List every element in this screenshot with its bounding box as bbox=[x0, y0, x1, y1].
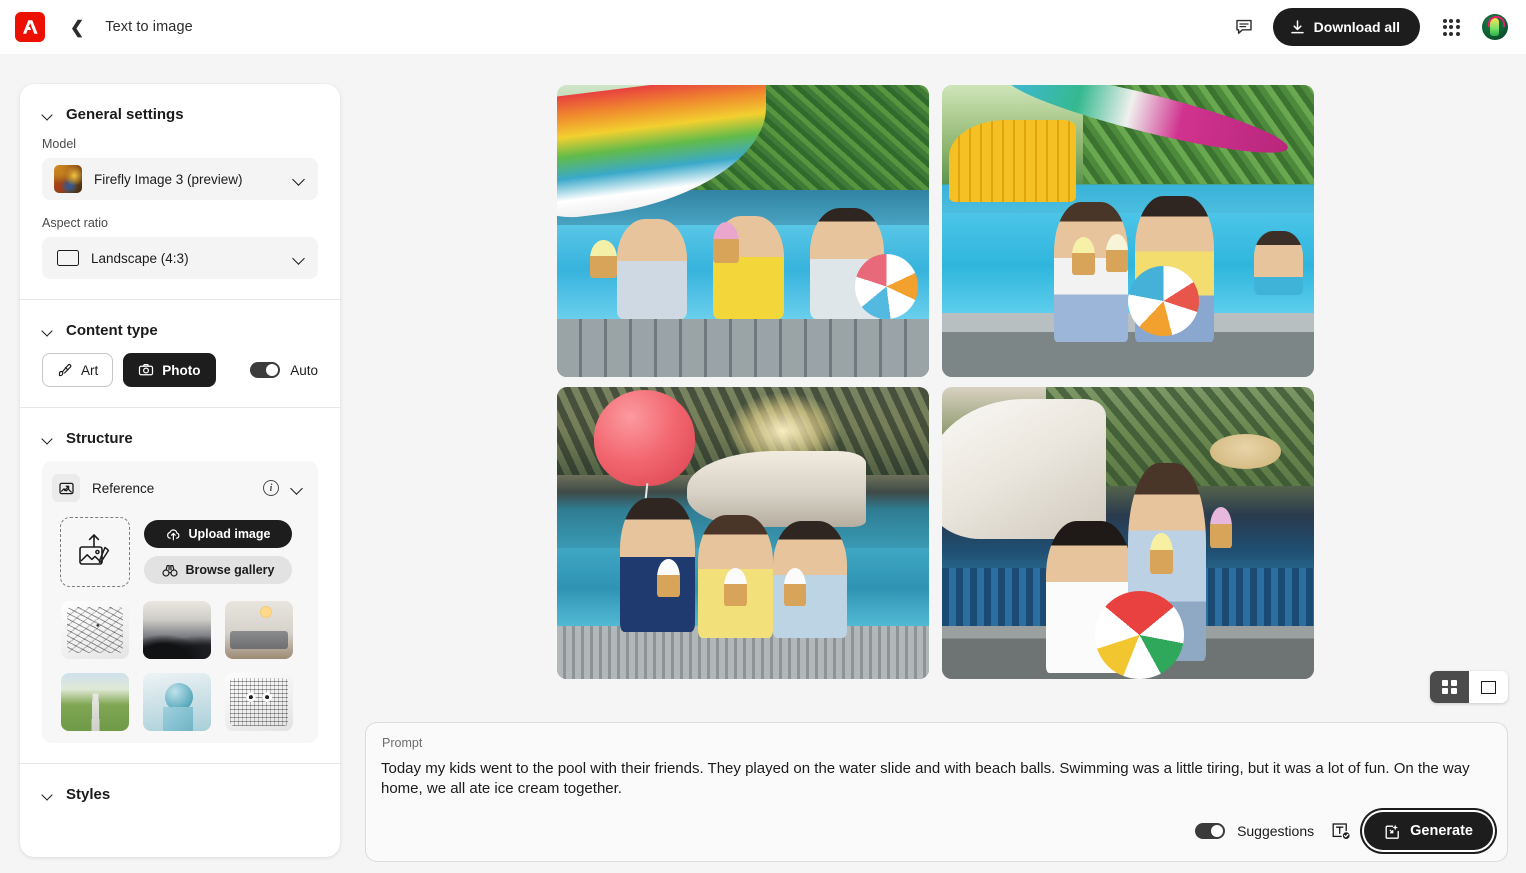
avatar[interactable] bbox=[1482, 14, 1508, 40]
info-icon[interactable]: i bbox=[263, 480, 279, 496]
model-select[interactable]: Firefly Image 3 (preview) bbox=[42, 158, 318, 200]
cloud-upload-icon bbox=[166, 527, 181, 542]
generated-image-3[interactable] bbox=[557, 387, 929, 679]
generate-label: Generate bbox=[1410, 823, 1473, 839]
upload-image-button[interactable]: Upload image bbox=[144, 520, 292, 548]
auto-toggle[interactable] bbox=[250, 362, 281, 378]
binoculars-icon bbox=[161, 563, 178, 578]
owl-line-art-thumbnail[interactable] bbox=[225, 673, 293, 731]
generate-sparkle-icon bbox=[1384, 823, 1401, 840]
generated-image-1[interactable] bbox=[557, 85, 929, 377]
suggestions-toggle[interactable] bbox=[1195, 823, 1226, 839]
aspect-ratio-label: Aspect ratio bbox=[42, 216, 109, 230]
chevron-down-icon bbox=[292, 172, 306, 186]
grid-view-glyph bbox=[1442, 679, 1457, 695]
content-type-art-label: Art bbox=[81, 362, 99, 378]
upload-row: Upload image Browse gallery bbox=[60, 517, 308, 587]
styles-header[interactable]: Styles bbox=[42, 786, 318, 803]
styles-section: Styles bbox=[20, 763, 340, 803]
app-grid-dots bbox=[1442, 18, 1460, 36]
upload-image-label: Upload image bbox=[188, 527, 271, 541]
download-all-label: Download all bbox=[1313, 19, 1400, 35]
prompt-actions: Suggestions Generate bbox=[1195, 812, 1493, 850]
content-type-title: Content type bbox=[66, 322, 158, 339]
suggestions-label: Suggestions bbox=[1237, 823, 1315, 839]
content-type-photo-label: Photo bbox=[162, 362, 201, 378]
download-all-button[interactable]: Download all bbox=[1272, 8, 1420, 46]
structure-section: Structure Reference i Upload image Brows… bbox=[20, 407, 340, 763]
grid-view-icon[interactable] bbox=[1430, 671, 1469, 703]
landscape-ratio-icon bbox=[57, 250, 79, 266]
mountain-landscape-thumbnail[interactable] bbox=[143, 601, 211, 659]
prompt-label: Prompt bbox=[382, 736, 423, 750]
aspect-ratio-value: Landscape (4:3) bbox=[91, 250, 189, 266]
page-title: Text to image bbox=[105, 19, 193, 35]
general-settings-header[interactable]: General settings bbox=[42, 106, 318, 123]
styles-title: Styles bbox=[66, 786, 111, 803]
chevron-down-icon bbox=[42, 789, 54, 801]
chevron-down-icon bbox=[42, 433, 54, 445]
road-through-fields-thumbnail[interactable] bbox=[61, 673, 129, 731]
chevron-down-icon bbox=[42, 109, 54, 121]
model-value: Firefly Image 3 (preview) bbox=[94, 171, 243, 187]
generate-button[interactable]: Generate bbox=[1364, 812, 1493, 850]
view-toggle bbox=[1430, 671, 1508, 703]
app-grid-icon[interactable] bbox=[1434, 10, 1468, 44]
content-type-header[interactable]: Content type bbox=[42, 322, 318, 339]
browse-gallery-button[interactable]: Browse gallery bbox=[144, 556, 292, 584]
model-label: Model bbox=[42, 137, 77, 151]
structure-header[interactable]: Structure bbox=[42, 430, 318, 447]
reference-thumbnail-grid bbox=[61, 601, 308, 731]
model-thumbnail bbox=[54, 165, 82, 193]
browse-gallery-label: Browse gallery bbox=[185, 563, 275, 577]
reference-image-icon bbox=[52, 474, 80, 502]
reference-header[interactable]: Reference i bbox=[52, 471, 308, 505]
structure-title: Structure bbox=[66, 430, 133, 447]
general-settings-section: General settings Model Firefly Image 3 (… bbox=[20, 84, 340, 299]
generated-images-grid bbox=[557, 85, 1314, 679]
auto-label: Auto bbox=[290, 362, 318, 378]
prompt-bar: Prompt Today my kids went to the pool wi… bbox=[365, 722, 1508, 862]
top-bar-actions: Download all bbox=[1227, 8, 1526, 46]
chevron-down-icon[interactable] bbox=[290, 481, 304, 495]
generated-image-2[interactable] bbox=[942, 85, 1314, 377]
generated-image-4[interactable] bbox=[942, 387, 1314, 679]
art-brush-icon bbox=[57, 362, 73, 378]
content-type-art-button[interactable]: Art bbox=[42, 353, 114, 387]
living-room-interior-thumbnail[interactable] bbox=[225, 601, 293, 659]
content-type-section: Content type Art Photo Auto bbox=[20, 299, 340, 407]
settings-sidebar: General settings Model Firefly Image 3 (… bbox=[20, 84, 340, 857]
camera-icon bbox=[138, 362, 154, 378]
upload-buttons: Upload image Browse gallery bbox=[144, 520, 292, 584]
bird-sketch-thumbnail[interactable] bbox=[61, 601, 129, 659]
content-type-options: Art Photo Auto bbox=[42, 353, 318, 387]
chevron-down-icon bbox=[42, 325, 54, 337]
back-button[interactable]: ❮ bbox=[70, 19, 84, 36]
reference-label: Reference bbox=[92, 480, 155, 496]
text-verified-icon[interactable] bbox=[1330, 820, 1352, 842]
feedback-chat-icon[interactable] bbox=[1227, 10, 1261, 44]
prompt-input[interactable]: Today my kids went to the pool with thei… bbox=[381, 759, 1496, 799]
single-view-glyph bbox=[1481, 680, 1496, 694]
adobe-logo-icon[interactable] bbox=[15, 12, 45, 42]
single-view-icon[interactable] bbox=[1469, 671, 1508, 703]
content-type-photo-button[interactable]: Photo bbox=[123, 353, 216, 387]
top-bar: ❮ Text to image Download all bbox=[0, 0, 1526, 54]
general-settings-title: General settings bbox=[66, 106, 184, 123]
aspect-ratio-select[interactable]: Landscape (4:3) bbox=[42, 237, 318, 279]
chevron-down-icon bbox=[292, 251, 306, 265]
upload-image-placeholder-icon[interactable] bbox=[60, 517, 130, 587]
sphere-cube-3d-thumbnail[interactable] bbox=[143, 673, 211, 731]
reference-card: Reference i Upload image Browse gallery bbox=[42, 461, 318, 743]
download-icon bbox=[1289, 19, 1306, 36]
